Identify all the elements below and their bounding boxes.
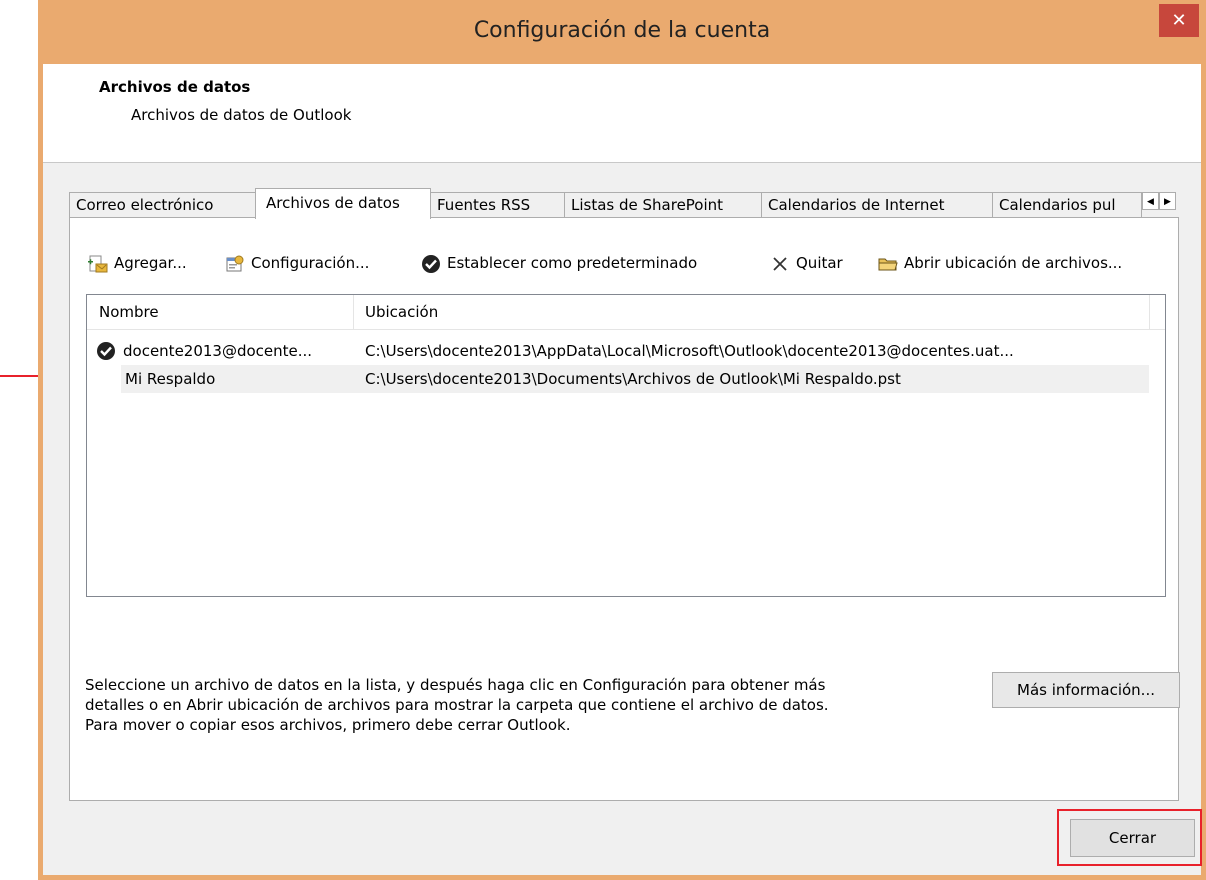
column-divider[interactable] (353, 295, 354, 329)
column-header-ubicacion[interactable]: Ubicación (365, 295, 438, 329)
tab-listas-sharepoint[interactable]: Listas de SharePoint (564, 192, 762, 217)
more-info-button[interactable]: Más información... (992, 672, 1180, 708)
info-line-2: detalles o en Abrir ubicación de archivo… (85, 696, 829, 714)
add-button[interactable]: Agregar... (88, 250, 187, 276)
data-files-list[interactable]: Nombre Ubicación docente2013@docente... … (86, 294, 1166, 597)
list-row-selected[interactable]: Mi Respaldo C:\Users\docente2013\Documen… (121, 365, 1149, 393)
column-divider[interactable] (1149, 295, 1150, 329)
close-icon[interactable]: ✕ (1159, 4, 1199, 37)
tab-archivos-de-datos[interactable]: Archivos de datos (255, 188, 431, 219)
tab-panel: Agregar... Configuración... Establecer c… (69, 217, 1180, 801)
header-title: Archivos de datos (99, 78, 251, 96)
tab-scroll-left-icon[interactable]: ◀ (1142, 192, 1159, 210)
tab-calendarios-internet[interactable]: Calendarios de Internet (761, 192, 993, 217)
remove-button[interactable]: Quitar (770, 250, 843, 276)
title-bar: Configuración de la cuenta ✕ (38, 0, 1206, 64)
row-location: C:\Users\docente2013\Documents\Archivos … (365, 370, 901, 388)
tab-scroll-right-icon[interactable]: ▶ (1159, 192, 1176, 210)
settings-button[interactable]: Configuración... (225, 250, 369, 276)
open-location-label: Abrir ubicación de archivos... (904, 254, 1123, 272)
header-subtitle: Archivos de datos de Outlook (131, 106, 352, 124)
settings-label: Configuración... (251, 254, 370, 272)
tab-strip: Correo electrónico Archivos de datos Fue… (69, 188, 1179, 219)
window-title: Configuración de la cuenta (473, 18, 771, 43)
info-line-3: Para mover o copiar esos archivos, prime… (85, 716, 571, 734)
open-location-button[interactable]: Abrir ubicación de archivos... (878, 250, 1122, 276)
list-row-default[interactable]: docente2013@docente... C:\Users\docente2… (87, 337, 1149, 365)
info-line-1: Seleccione un archivo de datos en la lis… (85, 676, 826, 694)
settings-icon (226, 255, 244, 271)
tab-calendarios-publicados[interactable]: Calendarios pul (992, 192, 1142, 217)
dialog-client: Archivos de datos Archivos de datos de O… (43, 64, 1202, 875)
default-check-icon (97, 342, 115, 360)
check-circle-icon (422, 254, 440, 273)
row-name: Mi Respaldo (125, 370, 216, 388)
column-header-nombre[interactable]: Nombre (99, 295, 159, 329)
dialog-header: Archivos de datos Archivos de datos de O… (43, 64, 1201, 163)
add-file-icon (88, 255, 108, 272)
tab-fuentes-rss[interactable]: Fuentes RSS (430, 192, 565, 217)
info-text: Seleccione un archivo de datos en la lis… (85, 675, 975, 735)
remove-x-icon (773, 256, 787, 271)
dialog-window: Configuración de la cuenta ✕ Archivos de… (38, 0, 1206, 880)
remove-label: Quitar (796, 254, 843, 272)
list-header: Nombre Ubicación (87, 295, 1165, 330)
row-name: docente2013@docente... (123, 342, 313, 360)
set-default-button[interactable]: Establecer como predeterminado (421, 250, 697, 276)
annotation-highlight-box (1057, 809, 1202, 866)
tab-correo-electronico[interactable]: Correo electrónico (69, 192, 256, 217)
folder-icon (878, 258, 898, 270)
add-label: Agregar... (114, 254, 187, 272)
set-default-label: Establecer como predeterminado (447, 254, 698, 272)
row-location: C:\Users\docente2013\AppData\Local\Micro… (365, 342, 1014, 360)
